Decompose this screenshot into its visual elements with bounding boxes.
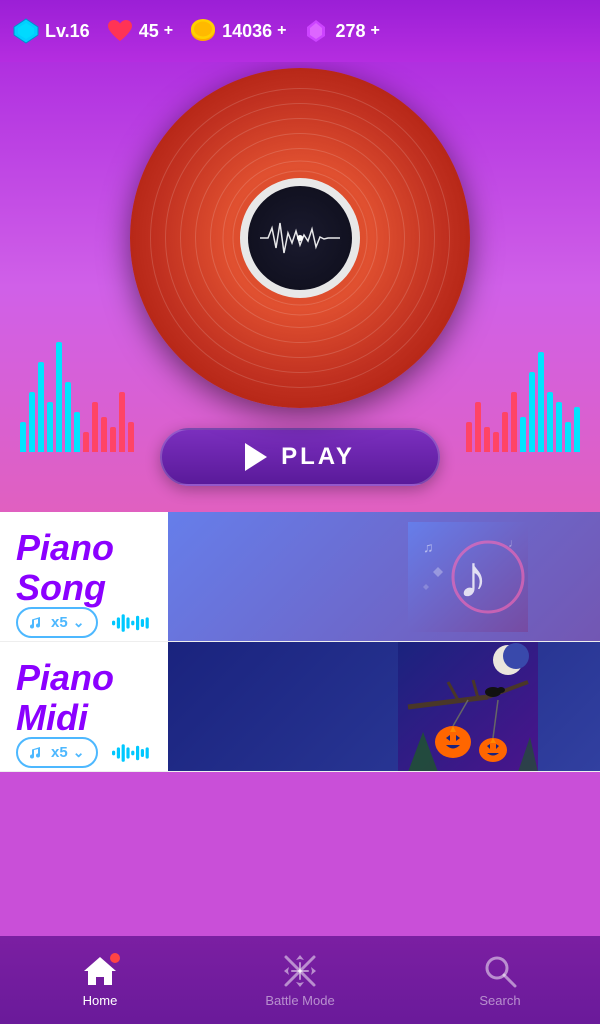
gem-icon xyxy=(302,17,330,45)
play-button[interactable]: PLAY xyxy=(160,428,440,486)
unlock-badge-midi[interactable]: x5 ⌄ xyxy=(16,737,98,768)
play-triangle-icon xyxy=(245,443,267,471)
svg-text:♫: ♫ xyxy=(423,539,434,555)
eq-bars-left xyxy=(20,342,134,452)
song-info-piano: Piano Song x5 ⌄ xyxy=(0,512,168,641)
sound-waves-icon-midi[interactable] xyxy=(112,738,152,768)
level-text: Lv.16 xyxy=(45,21,90,42)
coins-count: 14036 xyxy=(222,21,272,42)
nav-search[interactable]: Search xyxy=(460,953,540,1008)
top-bar: Lv.16 45 + 14036 + 278 xyxy=(0,0,600,62)
search-icon xyxy=(482,953,518,989)
unlock-badge-piano[interactable]: x5 ⌄ xyxy=(16,607,98,638)
song-title-midi: Piano Midi xyxy=(16,658,152,737)
song-title-piano: Piano Song xyxy=(16,528,152,607)
song-controls-midi: x5 ⌄ xyxy=(16,737,152,768)
chevron-down-icon-2: ⌄ xyxy=(73,744,85,761)
gems-count: 278 xyxy=(335,21,365,42)
gems-plus[interactable]: + xyxy=(371,22,380,40)
song-thumbnail-midi xyxy=(168,642,600,771)
gems-stat: 278 + xyxy=(302,17,379,45)
search-label: Search xyxy=(479,993,520,1008)
vinyl-record[interactable] xyxy=(130,68,470,408)
play-label: PLAY xyxy=(281,443,355,471)
music-note-icon-2 xyxy=(30,745,46,761)
battle-icon xyxy=(282,953,318,989)
music-note-icon xyxy=(30,615,46,631)
song-info-midi: Piano Midi x5 ⌄ xyxy=(0,642,168,771)
hearts-plus[interactable]: + xyxy=(164,22,173,40)
sound-waves-icon-piano[interactable] xyxy=(112,608,152,638)
song-thumbnail-piano: ♪ ♫ ♩ xyxy=(168,512,600,641)
main-area: PLAY xyxy=(0,62,600,512)
battle-label: Battle Mode xyxy=(265,993,334,1008)
level-stat: Lv.16 xyxy=(12,17,90,45)
song-controls-piano: x5 ⌄ xyxy=(16,607,152,638)
nav-battle[interactable]: Battle Mode xyxy=(260,953,340,1008)
song-list: Piano Song x5 ⌄ xyxy=(0,512,600,772)
heart-icon xyxy=(106,17,134,45)
bottom-nav: Home Battle Mode xyxy=(0,936,600,1024)
vinyl-center xyxy=(240,178,360,298)
hearts-count: 45 xyxy=(139,21,159,42)
notification-dot xyxy=(110,953,120,963)
coins-stat: 14036 + xyxy=(189,17,286,45)
home-label: Home xyxy=(83,993,118,1008)
list-item[interactable]: Piano Song x5 ⌄ xyxy=(0,512,600,642)
coins-plus[interactable]: + xyxy=(277,22,286,40)
hearts-stat: 45 + xyxy=(106,17,173,45)
unlock-count-piano: x5 xyxy=(51,614,68,631)
list-item[interactable]: Piano Midi x5 ⌄ xyxy=(0,642,600,772)
coin-icon xyxy=(189,17,217,45)
eq-bars-right xyxy=(466,352,580,452)
chevron-down-icon: ⌄ xyxy=(73,614,85,631)
nav-home[interactable]: Home xyxy=(60,953,140,1008)
diamond-icon xyxy=(12,17,40,45)
unlock-count-midi: x5 xyxy=(51,744,68,761)
home-icon xyxy=(82,953,118,989)
